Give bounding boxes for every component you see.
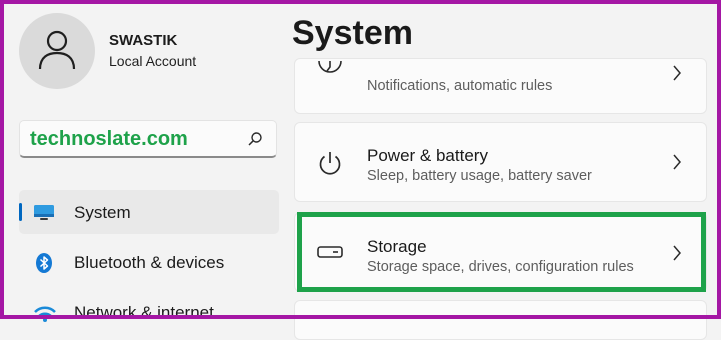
search-icon[interactable] bbox=[247, 131, 263, 147]
card-subtitle: Sleep, battery usage, battery saver bbox=[367, 168, 592, 184]
search-box[interactable]: technoslate.com bbox=[19, 120, 277, 158]
card-title: Storage bbox=[367, 237, 427, 256]
chevron-right-icon bbox=[673, 245, 681, 261]
focus-icon bbox=[318, 61, 342, 73]
sidebar-item-system[interactable]: System bbox=[19, 190, 279, 234]
system-icon bbox=[34, 205, 54, 220]
bluetooth-icon bbox=[36, 253, 52, 273]
card-subtitle: Storage space, drives, configuration rul… bbox=[367, 259, 634, 275]
settings-card-focus[interactable]: Notifications, automatic rules bbox=[294, 58, 707, 114]
card-title: Power & battery bbox=[367, 146, 488, 165]
chevron-right-icon bbox=[673, 154, 681, 170]
page-title: System bbox=[292, 14, 413, 52]
sidebar-item-bluetooth[interactable]: Bluetooth & devices bbox=[19, 240, 279, 284]
card-subtitle: Notifications, automatic rules bbox=[367, 78, 553, 94]
settings-card-storage[interactable]: Storage Storage space, drives, configura… bbox=[294, 212, 707, 292]
settings-card-power[interactable]: Power & battery Sleep, battery usage, ba… bbox=[294, 122, 707, 202]
search-input[interactable]: technoslate.com bbox=[30, 128, 188, 151]
user-icon bbox=[38, 30, 76, 70]
power-icon bbox=[319, 152, 341, 175]
sidebar-item-label: Bluetooth & devices bbox=[74, 253, 225, 272]
sidebar-item-network[interactable]: Network & internet bbox=[19, 290, 279, 334]
user-name: SWASTIK bbox=[109, 32, 178, 49]
wifi-icon bbox=[34, 306, 56, 322]
active-indicator bbox=[19, 203, 22, 221]
account-type: Local Account bbox=[109, 53, 197, 69]
sidebar-item-label: System bbox=[74, 203, 131, 222]
sidebar-item-label: Network & internet bbox=[74, 303, 214, 322]
storage-icon bbox=[317, 246, 343, 258]
settings-card-next[interactable] bbox=[294, 300, 707, 340]
avatar[interactable] bbox=[19, 13, 95, 89]
chevron-right-icon bbox=[673, 65, 681, 81]
